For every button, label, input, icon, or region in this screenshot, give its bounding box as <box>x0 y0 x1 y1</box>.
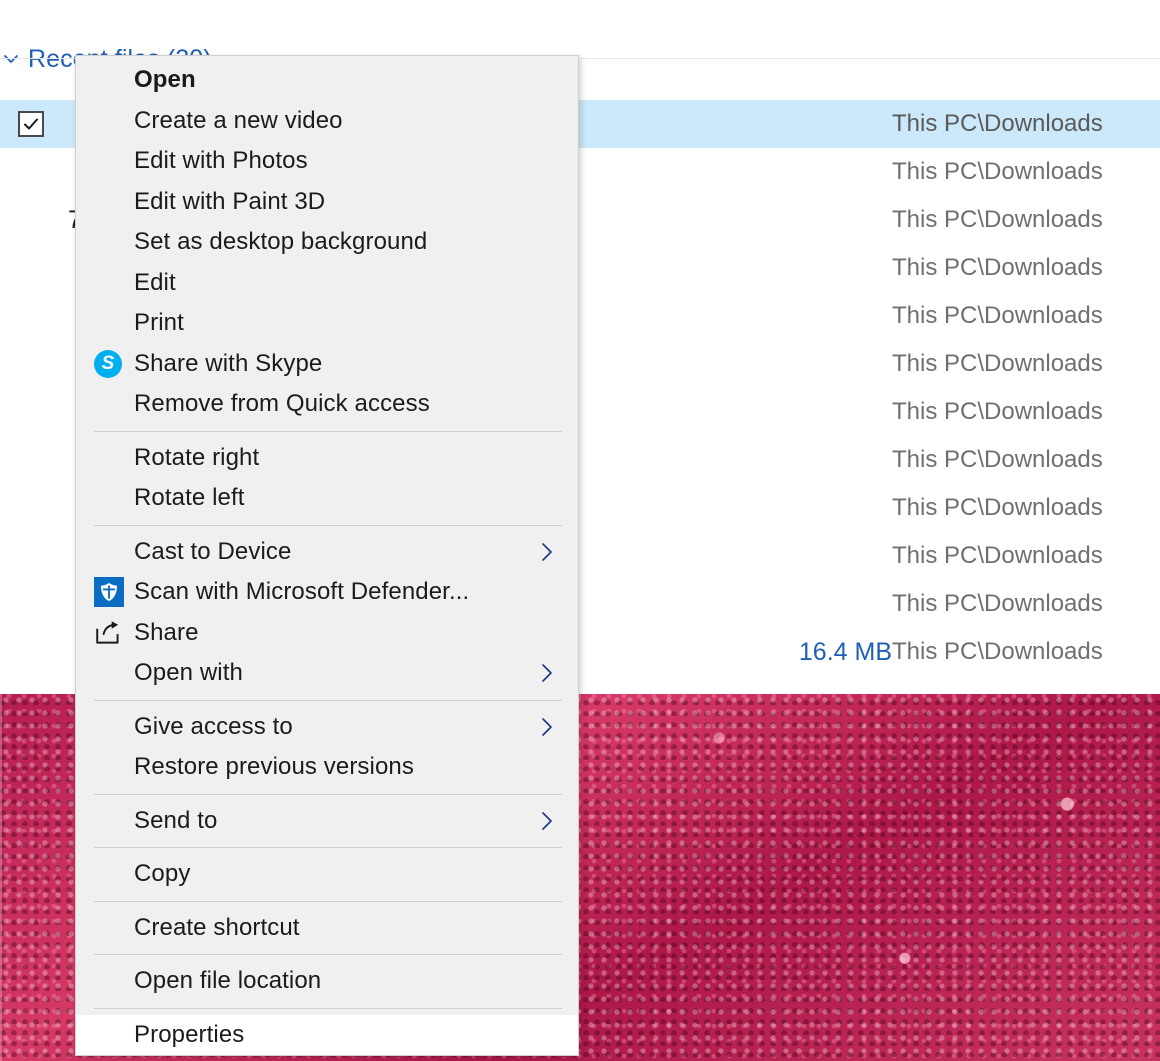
menu-item-open[interactable]: Open <box>76 60 578 101</box>
preview-left-edge <box>0 694 2 1061</box>
menu-item-label: Edit with Photos <box>134 147 308 175</box>
menu-item-label: Remove from Quick access <box>134 390 430 418</box>
menu-item-edit-with-paint-3d[interactable]: Edit with Paint 3D <box>76 182 578 223</box>
menu-item-label: Edit with Paint 3D <box>134 188 325 216</box>
menu-item-share-with-skype[interactable]: S Share with Skype <box>76 344 578 385</box>
menu-item-copy[interactable]: Copy <box>76 854 578 895</box>
menu-item-give-access-to[interactable]: Give access to <box>76 707 578 748</box>
checkbox-checked-icon[interactable] <box>18 111 44 137</box>
menu-item-cast-to-device[interactable]: Cast to Device <box>76 532 578 573</box>
menu-item-create-a-new-video[interactable]: Create a new video <box>76 101 578 142</box>
menu-item-send-to[interactable]: Send to <box>76 801 578 842</box>
menu-item-label: Open with <box>134 659 243 687</box>
menu-item-label: Send to <box>134 807 217 835</box>
chevron-right-icon <box>534 808 560 834</box>
row-file-path: This PC\Downloads <box>892 398 1160 426</box>
row-file-path: This PC\Downloads <box>892 446 1160 474</box>
row-file-path: This PC\Downloads <box>892 638 1160 666</box>
menu-item-label: Rotate right <box>134 444 259 472</box>
row-file-size: 16.4 MB <box>793 638 892 667</box>
menu-item-label: Copy <box>134 860 190 888</box>
menu-separator <box>94 954 562 955</box>
row-file-path: This PC\Downloads <box>892 494 1160 522</box>
skype-icon: S <box>92 350 134 378</box>
menu-item-label: Share <box>134 619 199 647</box>
row-file-path: This PC\Downloads <box>892 158 1160 186</box>
chevron-right-icon <box>534 660 560 686</box>
menu-item-edit-with-photos[interactable]: Edit with Photos <box>76 141 578 182</box>
menu-item-open-with[interactable]: Open with <box>76 653 578 694</box>
row-file-path: This PC\Downloads <box>892 206 1160 234</box>
menu-item-set-as-desktop-background[interactable]: Set as desktop background <box>76 222 578 263</box>
menu-item-label: Scan with Microsoft Defender... <box>134 578 469 606</box>
context-menu[interactable]: Open Create a new video Edit with Photos Ed… <box>75 55 579 1056</box>
menu-item-remove-from-quick-access[interactable]: Remove from Quick access <box>76 384 578 425</box>
menu-item-label: Open file location <box>134 967 321 995</box>
menu-separator <box>94 1008 562 1009</box>
menu-separator <box>94 525 562 526</box>
menu-item-open-file-location[interactable]: Open file location <box>76 961 578 1002</box>
menu-item-create-shortcut[interactable]: Create shortcut <box>76 908 578 949</box>
menu-separator <box>94 794 562 795</box>
menu-item-scan-with-microsoft-defender[interactable]: Scan with Microsoft Defender... <box>76 572 578 613</box>
defender-shield-icon <box>92 577 134 607</box>
chevron-right-icon <box>534 539 560 565</box>
row-file-path: This PC\Downloads <box>892 350 1160 378</box>
menu-item-properties[interactable]: Properties <box>76 1015 578 1056</box>
chevron-right-icon <box>534 714 560 740</box>
menu-item-print[interactable]: Print <box>76 303 578 344</box>
menu-item-label: Set as desktop background <box>134 228 427 256</box>
menu-item-edit[interactable]: Edit <box>76 263 578 304</box>
menu-separator <box>94 847 562 848</box>
share-icon <box>94 620 124 646</box>
menu-item-label: Restore previous versions <box>134 753 414 781</box>
menu-separator <box>94 431 562 432</box>
menu-item-label: Give access to <box>134 713 293 741</box>
row-file-path: This PC\Downloads <box>892 110 1160 138</box>
row-file-path: This PC\Downloads <box>892 542 1160 570</box>
row-file-path: This PC\Downloads <box>892 302 1160 330</box>
menu-item-label: Edit <box>134 269 176 297</box>
menu-item-label: Share with Skype <box>134 350 322 378</box>
defender-shield-icon <box>94 577 124 607</box>
menu-separator <box>94 700 562 701</box>
share-icon <box>92 620 134 646</box>
menu-item-share[interactable]: Share <box>76 613 578 654</box>
skype-icon: S <box>94 350 122 378</box>
menu-item-rotate-right[interactable]: Rotate right <box>76 438 578 479</box>
menu-item-label: Rotate left <box>134 484 245 512</box>
menu-item-label: Cast to Device <box>134 538 291 566</box>
menu-item-label: Create a new video <box>134 107 343 135</box>
menu-item-restore-previous-versions[interactable]: Restore previous versions <box>76 747 578 788</box>
row-file-path: This PC\Downloads <box>892 254 1160 282</box>
menu-item-label: Open <box>134 66 196 94</box>
menu-item-label: Properties <box>134 1021 244 1049</box>
menu-item-label: Print <box>134 309 184 337</box>
menu-item-rotate-left[interactable]: Rotate left <box>76 478 578 519</box>
row-checkbox-cell[interactable] <box>0 111 62 137</box>
explorer-window: Recent files (20) This PC\DownloadsThis … <box>0 0 1160 1061</box>
row-file-path: This PC\Downloads <box>892 590 1160 618</box>
menu-separator <box>94 901 562 902</box>
chevron-down-icon[interactable] <box>0 48 22 70</box>
menu-item-label: Create shortcut <box>134 914 300 942</box>
